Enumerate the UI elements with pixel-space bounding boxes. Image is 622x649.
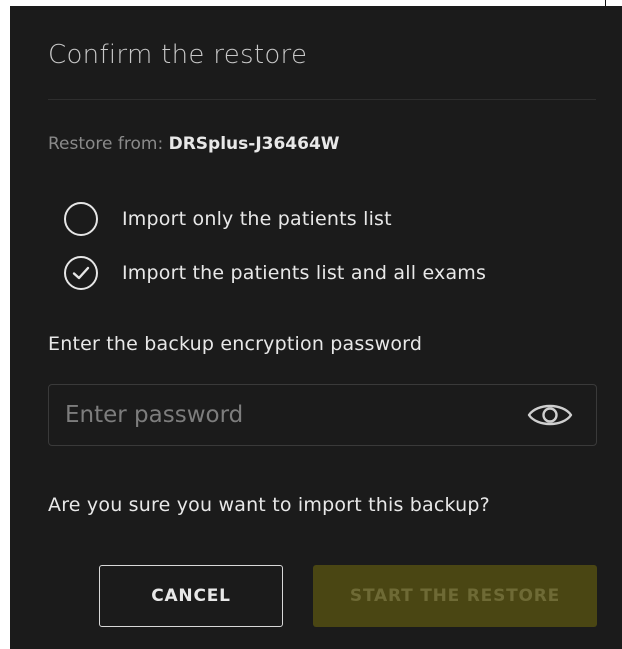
option-import-patients-and-exams[interactable]: Import the patients list and all exams xyxy=(64,256,486,290)
eye-icon[interactable] xyxy=(526,400,574,430)
password-input[interactable] xyxy=(65,385,505,445)
dialog-title: Confirm the restore xyxy=(48,40,308,70)
password-label: Enter the backup encryption password xyxy=(48,333,423,355)
option-import-patients-only[interactable]: Import only the patients list xyxy=(64,202,392,236)
radio-check-icon[interactable] xyxy=(64,256,98,290)
restore-from-value: DRSplus-J36464W xyxy=(168,134,340,154)
cancel-button[interactable]: CANCEL xyxy=(99,565,283,627)
restore-from-label: Restore from: xyxy=(48,134,164,154)
start-restore-button[interactable]: START THE RESTORE xyxy=(313,565,597,627)
option-label: Import only the patients list xyxy=(122,208,392,230)
radio-empty-icon[interactable] xyxy=(64,202,98,236)
confirm-restore-dialog: Confirm the restore Restore from: DRSplu… xyxy=(10,6,622,649)
option-label: Import the patients list and all exams xyxy=(122,262,487,284)
password-field xyxy=(48,384,597,446)
title-divider xyxy=(48,99,596,100)
restore-from-line: Restore from: DRSplus-J36464W xyxy=(48,134,340,154)
confirm-question: Are you sure you want to import this bac… xyxy=(48,494,490,516)
